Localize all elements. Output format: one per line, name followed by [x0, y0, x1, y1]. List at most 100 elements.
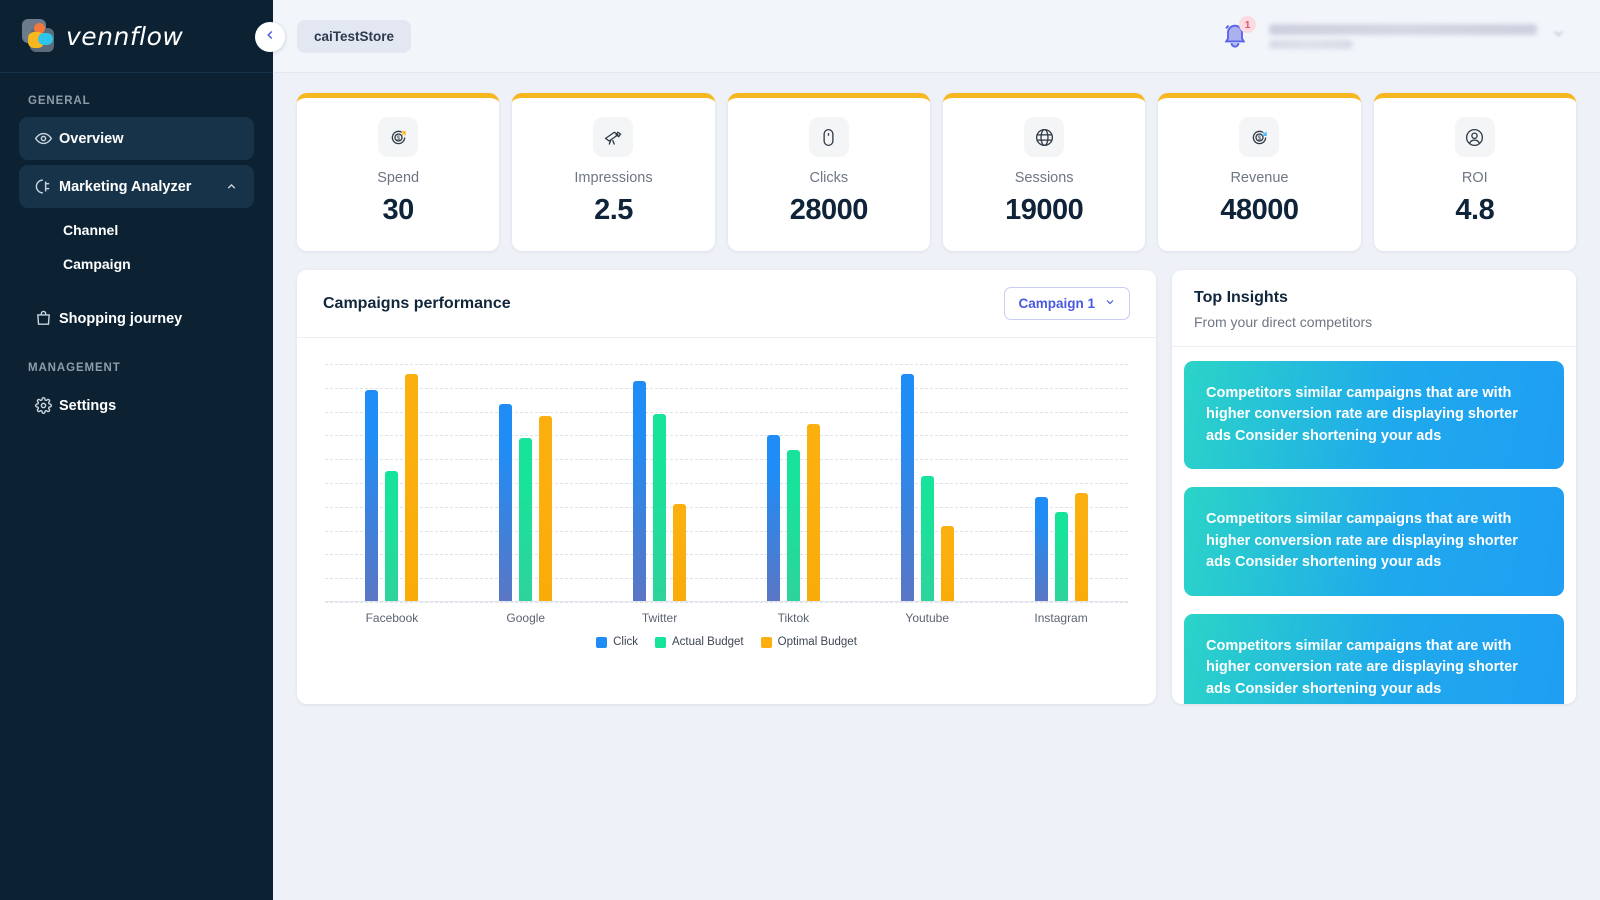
dollar-up-icon: $: [378, 117, 419, 157]
dollar-down-icon: $: [1239, 117, 1280, 157]
main-area: caiTestStore 1 $ Spend 30 Impressions 2.…: [273, 0, 1600, 900]
sidebar-collapse-button[interactable]: [255, 22, 285, 52]
kpi-value: 28000: [789, 194, 869, 226]
kpi-label: Impressions: [574, 170, 653, 186]
kpi-label: ROI: [1461, 170, 1488, 186]
legend-label: Optimal Budget: [777, 636, 857, 648]
bar-group: [459, 364, 593, 602]
store-selector-chip[interactable]: caiTestStore: [297, 19, 412, 53]
chevron-down-icon[interactable]: [1551, 26, 1566, 46]
kpi-card-spend[interactable]: $ Spend 30: [297, 93, 500, 251]
bar-click[interactable]: [365, 390, 379, 602]
user-circle-icon: [1454, 117, 1495, 157]
sidebar-item-overview[interactable]: Overview: [19, 117, 254, 160]
bar-actual[interactable]: [385, 471, 399, 602]
topbar: caiTestStore 1: [273, 0, 1600, 73]
svg-text:$: $: [396, 135, 400, 142]
chart-title: Campaigns performance: [323, 294, 511, 312]
x-axis-label: Facebook: [365, 611, 419, 625]
kpi-label: Revenue: [1230, 170, 1289, 186]
sidebar-subitem-channel[interactable]: Channel: [19, 213, 254, 247]
legend-swatch: [655, 636, 667, 648]
bar-group: [325, 364, 459, 602]
kpi-value: 4.8: [1455, 194, 1495, 226]
bar-optimal[interactable]: [539, 416, 553, 602]
bar-actual[interactable]: [519, 437, 533, 602]
notifications-button[interactable]: 1: [1221, 16, 1256, 53]
gear-icon: [35, 397, 59, 414]
chart-bar-groups: [325, 364, 1128, 602]
panels-row: Campaigns performance Campaign 1 Faceboo…: [297, 270, 1576, 704]
bar-actual[interactable]: [920, 475, 934, 602]
bar-optimal[interactable]: [1074, 492, 1088, 602]
sidebar-nav: GENERAL Overview Marketing Analyzer Chan…: [0, 73, 273, 427]
insight-card[interactable]: Competitors similar campaigns that are w…: [1184, 613, 1564, 704]
sidebar-item-label: Overview: [59, 130, 124, 147]
x-axis-label: Tiktok: [777, 611, 810, 625]
legend-item[interactable]: Click: [596, 636, 638, 648]
legend-label: Click: [613, 636, 639, 648]
campaign-dropdown[interactable]: Campaign 1: [1004, 287, 1130, 320]
campaign-dropdown-value: Campaign 1: [1018, 296, 1095, 311]
bar-actual[interactable]: [653, 413, 667, 602]
bell-icon: [1221, 24, 1249, 53]
bar-optimal[interactable]: [405, 373, 419, 602]
legend-item[interactable]: Actual Budget: [655, 636, 744, 648]
chevron-up-icon[interactable]: [225, 180, 238, 193]
bar-optimal[interactable]: [940, 525, 954, 602]
dashboard-content: $ Spend 30 Impressions 2.5 Clicks 28000 …: [273, 73, 1600, 900]
sidebar-brand[interactable]: vennflow: [0, 0, 273, 73]
kpi-value: 48000: [1220, 194, 1299, 226]
insights-header: Top Insights From your direct competitor…: [1172, 270, 1576, 347]
chart-header: Campaigns performance Campaign 1: [297, 270, 1156, 338]
kpi-label: Sessions: [1014, 170, 1074, 186]
kpi-card-sessions[interactable]: Sessions 19000: [942, 93, 1146, 251]
insight-card[interactable]: Competitors similar campaigns that are w…: [1184, 487, 1564, 596]
user-menu[interactable]: [1269, 23, 1566, 49]
legend-item[interactable]: Optimal Budget: [760, 636, 857, 648]
x-axis-label: Youtube: [905, 611, 950, 625]
sidebar-subitem-campaign[interactable]: Campaign: [19, 247, 254, 281]
sidebar-item-label: Shopping journey: [59, 310, 183, 327]
bar-group: [593, 364, 727, 602]
chevron-down-icon: [1104, 296, 1116, 311]
bar-click[interactable]: [900, 373, 914, 602]
telescope-icon: [593, 117, 634, 157]
insight-card[interactable]: Competitors similar campaigns that are w…: [1184, 361, 1564, 470]
bar-optimal[interactable]: [806, 423, 820, 602]
kpi-card-roi[interactable]: ROI 4.8: [1373, 93, 1576, 251]
user-role-redacted: [1269, 39, 1353, 49]
sidebar-item-marketing-analyzer[interactable]: Marketing Analyzer: [19, 165, 254, 208]
bar-actual[interactable]: [786, 449, 800, 602]
kpi-card-impressions[interactable]: Impressions 2.5: [512, 93, 715, 251]
sidebar-item-label: Settings: [59, 397, 117, 414]
eye-icon: [35, 130, 59, 147]
x-axis-label: Instagram: [1034, 611, 1088, 625]
kpi-card-clicks[interactable]: Clicks 28000: [727, 93, 930, 251]
sidebar: vennflow GENERAL Overview Marketing Anal…: [0, 0, 273, 900]
kpi-row: $ Spend 30 Impressions 2.5 Clicks 28000 …: [297, 93, 1576, 251]
kpi-label: Spend: [377, 170, 420, 186]
bar-group: [726, 364, 860, 602]
sidebar-item-shopping-journey[interactable]: Shopping journey: [19, 297, 254, 340]
kpi-card-revenue[interactable]: $ Revenue 48000: [1158, 93, 1361, 251]
chart-body: Facebook Google Twitter Tiktok Youtube Instag…: [297, 338, 1156, 704]
brand-name: vennflow: [66, 21, 184, 51]
topbar-right: 1: [1221, 16, 1566, 53]
bar-click[interactable]: [766, 435, 780, 602]
bar-click[interactable]: [499, 404, 513, 602]
bar-actual[interactable]: [1054, 511, 1068, 602]
bar-click[interactable]: [633, 380, 647, 602]
globe-icon: [1024, 117, 1065, 157]
kpi-value: 19000: [1005, 194, 1084, 226]
legend-label: Actual Budget: [672, 636, 744, 648]
sidebar-item-label: Marketing Analyzer: [59, 178, 192, 195]
kpi-value: 2.5: [594, 194, 633, 226]
mouse-icon: [808, 117, 849, 157]
kpi-label: Clicks: [809, 170, 849, 186]
bar-click[interactable]: [1034, 497, 1048, 602]
sidebar-item-settings[interactable]: Settings: [19, 384, 254, 427]
bar-optimal[interactable]: [673, 504, 687, 602]
top-insights-card: Top Insights From your direct competitor…: [1172, 270, 1576, 704]
